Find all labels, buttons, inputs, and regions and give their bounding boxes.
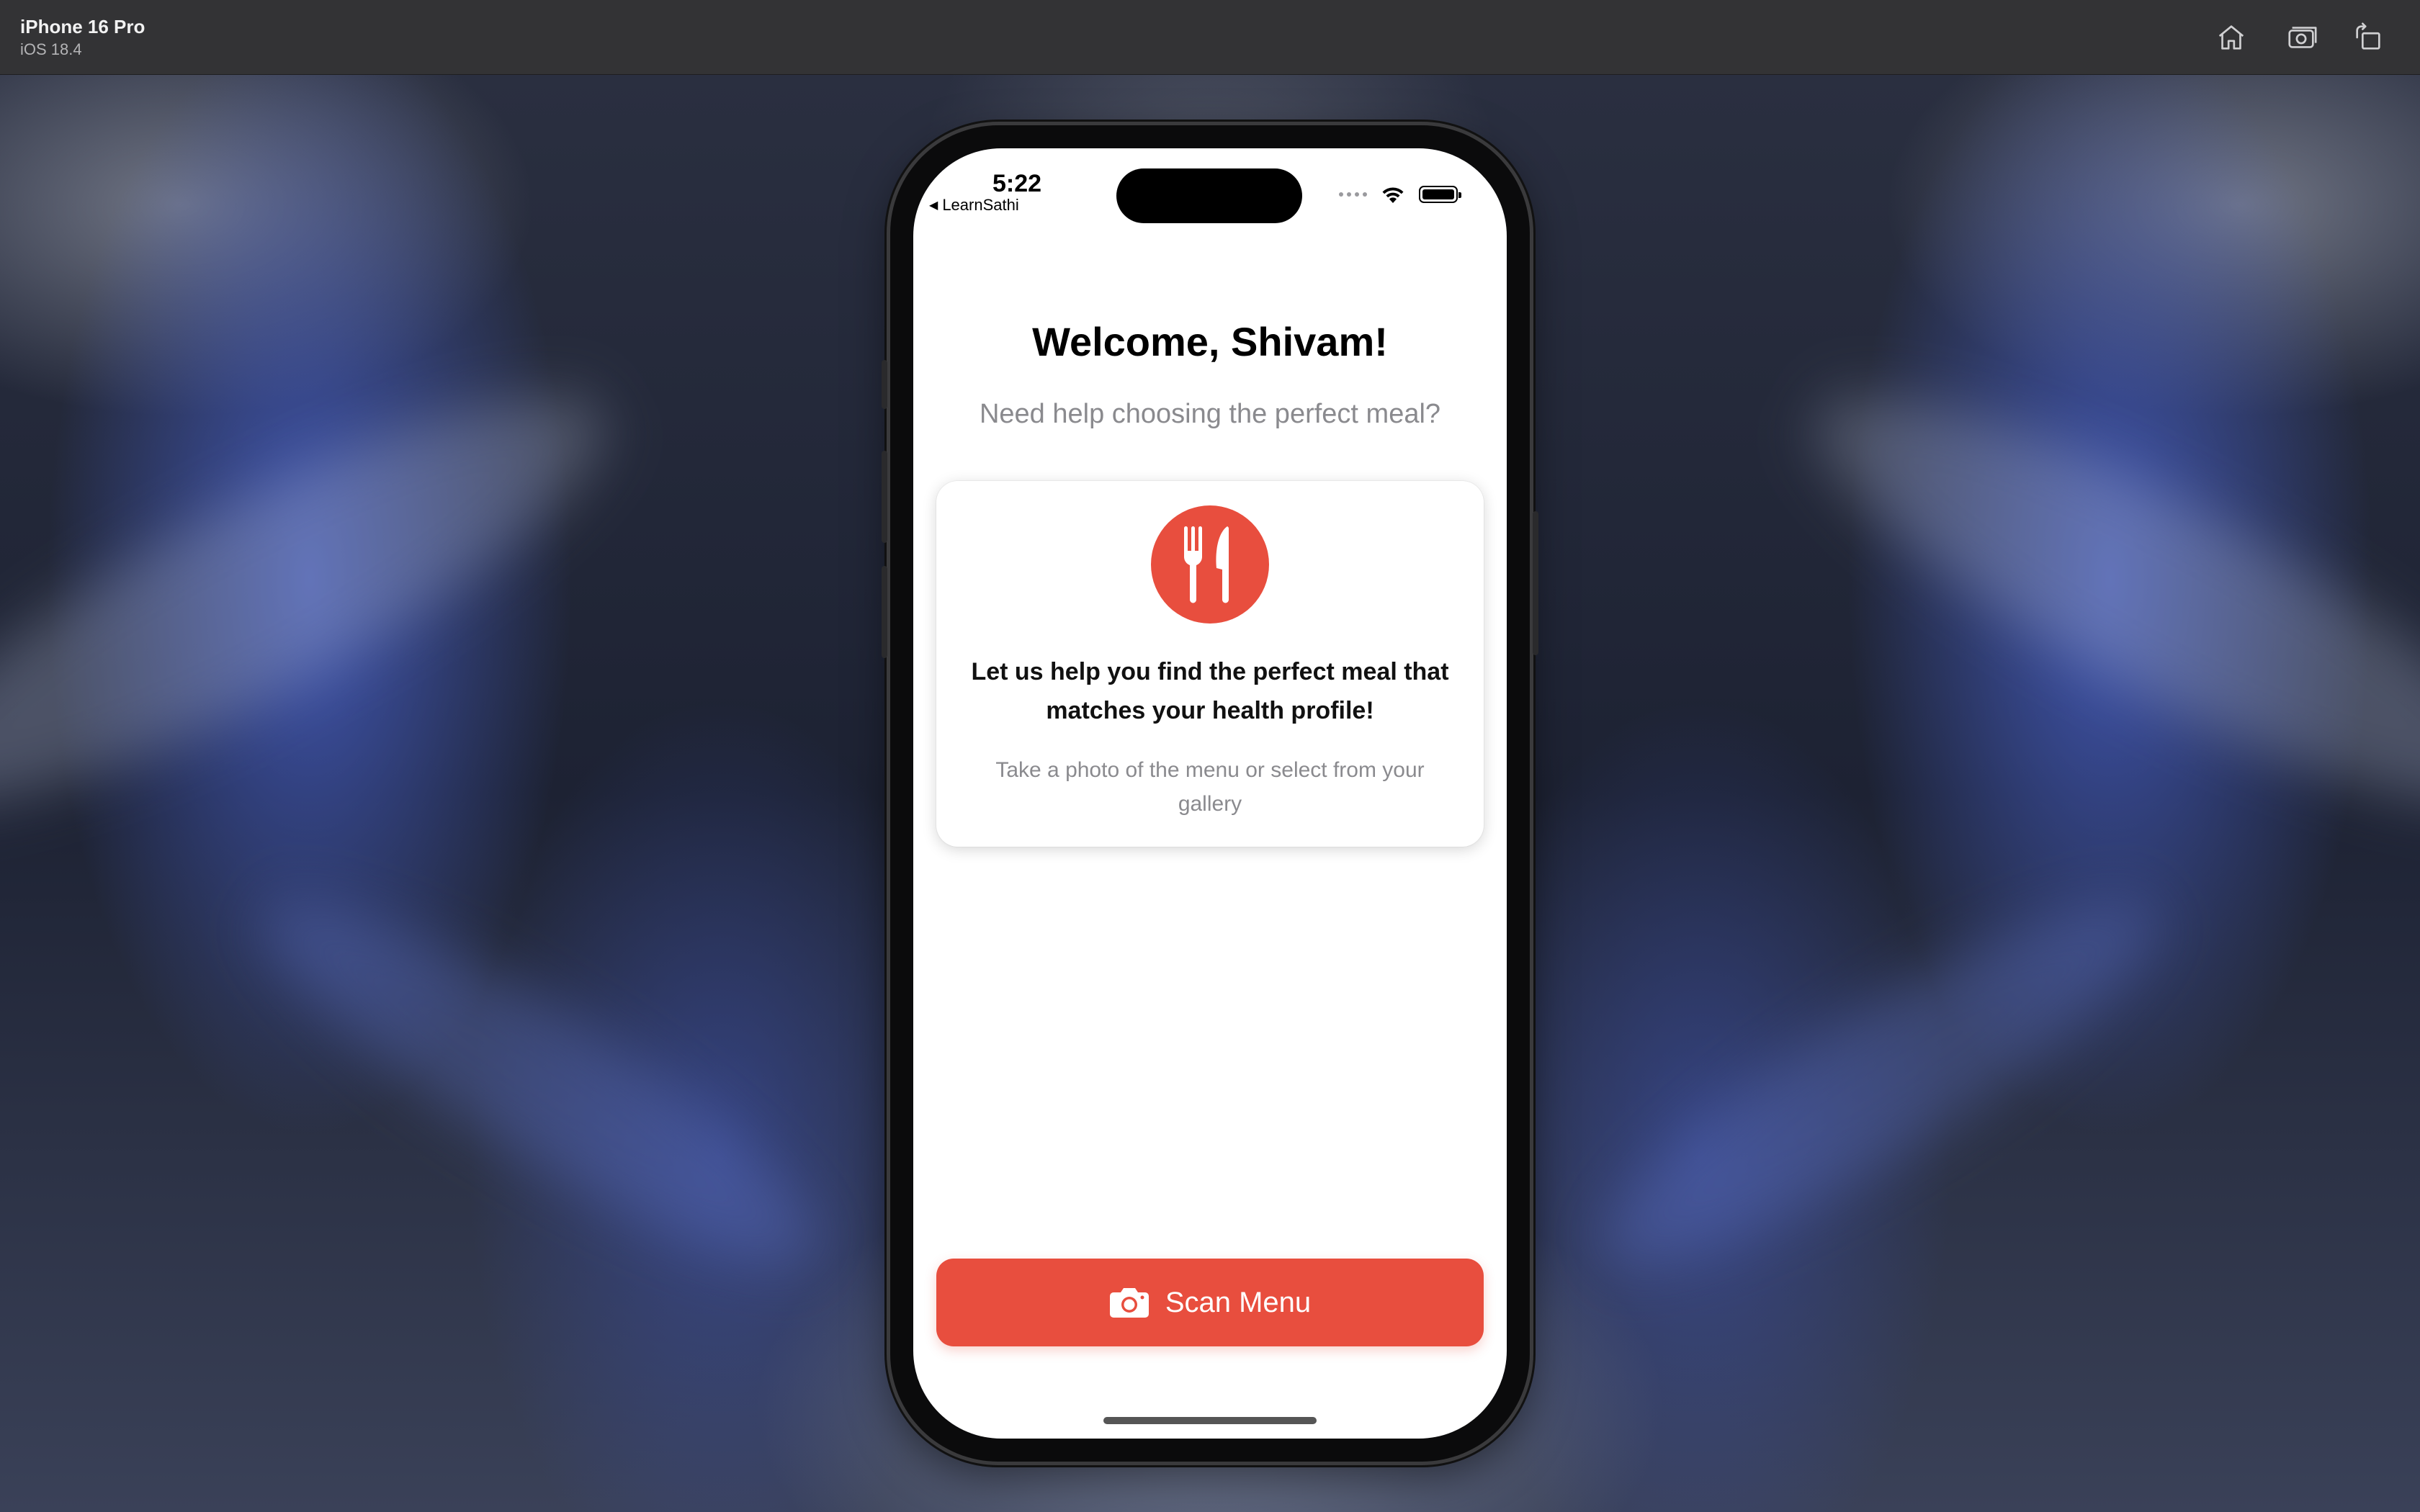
meal-help-card: Let us help you find the perfect meal th…	[936, 481, 1484, 847]
cellular-signal-icon	[1339, 192, 1367, 197]
app-screen: 5:22 ◀ LearnSathi Welcome, Shivam! Need …	[913, 148, 1507, 1439]
dynamic-island	[1116, 168, 1302, 223]
back-app-label: LearnSathi	[942, 196, 1019, 214]
back-caret-icon: ◀	[929, 199, 938, 212]
fork-knife-icon	[1151, 505, 1269, 624]
volume-up-button[interactable]	[882, 451, 887, 543]
card-title: Let us help you find the perfect meal th…	[971, 658, 1449, 724]
scan-menu-label: Scan Menu	[1165, 1286, 1312, 1318]
card-description: Take a photo of the menu or select from …	[995, 758, 1425, 816]
iphone-frame: 5:22 ◀ LearnSathi Welcome, Shivam! Need …	[882, 125, 1538, 1462]
action-button[interactable]	[882, 360, 887, 409]
screenshot-icon	[2288, 27, 2317, 48]
screenshot-button[interactable]	[2283, 19, 2321, 56]
status-indicators	[1339, 184, 1461, 204]
battery-icon	[1419, 186, 1461, 203]
rotate-button[interactable]	[2349, 19, 2387, 56]
welcome-heading: Welcome, Shivam!	[1032, 319, 1388, 364]
wifi-icon	[1382, 187, 1404, 203]
power-button[interactable]	[1533, 511, 1538, 655]
camera-icon	[1109, 1288, 1149, 1318]
os-version: iOS 18.4	[20, 40, 82, 58]
welcome-subtitle: Need help choosing the perfect meal?	[979, 399, 1441, 429]
rotate-icon	[2356, 22, 2380, 50]
back-to-app-link[interactable]: ◀ LearnSathi	[929, 196, 1019, 215]
status-time: 5:22	[992, 170, 1042, 197]
scan-menu-button[interactable]: Scan Menu	[936, 1259, 1484, 1346]
device-name: iPhone 16 Pro	[20, 16, 145, 37]
volume-down-button[interactable]	[882, 566, 887, 658]
home-icon	[2218, 25, 2244, 50]
home-indicator[interactable]	[1103, 1417, 1317, 1424]
home-button[interactable]	[2213, 19, 2250, 56]
simulator-toolbar: iPhone 16 Pro iOS 18.4	[0, 0, 2420, 75]
